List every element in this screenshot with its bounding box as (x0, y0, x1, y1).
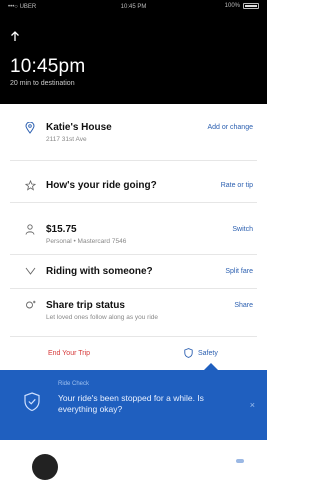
ride-feedback-title: How's your ride going? (46, 180, 157, 191)
star-icon (24, 179, 36, 192)
end-trip-button[interactable]: End Your Trip (48, 350, 90, 357)
eta-subtitle: 20 min to destination (10, 80, 75, 87)
divider (10, 254, 257, 255)
status-indicator (236, 459, 244, 463)
safety-button[interactable]: Safety (184, 348, 218, 358)
divider (10, 336, 257, 337)
up-arrow-icon[interactable] (10, 30, 20, 45)
destination-address: 2117 31st Ave (46, 136, 87, 143)
split-icon (24, 266, 36, 278)
divider (10, 160, 257, 161)
split-fare-row[interactable]: Riding with someone? Split fare (0, 262, 267, 282)
location-pin-icon (24, 121, 36, 134)
ride-check-label: Ride Check (58, 381, 90, 387)
switch-payment-button[interactable]: Switch (232, 226, 253, 233)
share-trip-row[interactable]: Share trip status Let loved ones follow … (0, 296, 267, 326)
status-bar: •••○ UBER 10:45 PM 100% (0, 0, 267, 14)
shield-icon (184, 348, 193, 358)
ride-check-banner[interactable]: Ride Check Your ride's been stopped for … (0, 363, 267, 440)
rate-row[interactable]: How's your ride going? Rate or tip (0, 176, 267, 196)
safety-label: Safety (198, 349, 218, 357)
payment-row[interactable]: $15.75 Personal • Mastercard 7546 Switch (0, 220, 267, 248)
footer-bar (0, 440, 267, 480)
divider (10, 288, 257, 289)
battery-icon (243, 3, 259, 9)
divider (10, 202, 257, 203)
share-button[interactable]: Share (234, 302, 253, 309)
share-trip-subtitle: Let loved ones follow along as you ride (46, 314, 159, 321)
split-fare-button[interactable]: Split fare (225, 268, 253, 275)
destination-title: Katie's House (46, 122, 112, 133)
banner-pointer (204, 363, 218, 370)
fare-amount: $15.75 (46, 224, 77, 235)
avatar[interactable] (32, 454, 58, 480)
destination-row[interactable]: Katie's House 2117 31st Ave Add or chang… (0, 118, 267, 148)
trip-actions: End Your Trip Safety (0, 346, 267, 366)
add-or-change-button[interactable]: Add or change (207, 124, 253, 131)
ride-check-message: Your ride's been stopped for a while. Is… (58, 393, 204, 414)
trip-header: 10:45pm 20 min to destination (0, 14, 267, 104)
close-icon[interactable]: × (250, 400, 255, 410)
battery-indicator: 100% (225, 3, 259, 9)
share-trip-title: Share trip status (46, 300, 125, 311)
share-icon (24, 300, 36, 312)
riding-with-someone-title: Riding with someone? (46, 266, 153, 277)
battery-percent: 100% (224, 3, 240, 9)
shield-check-icon (24, 392, 40, 412)
payment-method: Personal • Mastercard 7546 (46, 238, 127, 245)
person-icon (24, 224, 36, 236)
rate-or-tip-button[interactable]: Rate or tip (221, 182, 253, 189)
eta-time: 10:45pm (10, 56, 86, 77)
